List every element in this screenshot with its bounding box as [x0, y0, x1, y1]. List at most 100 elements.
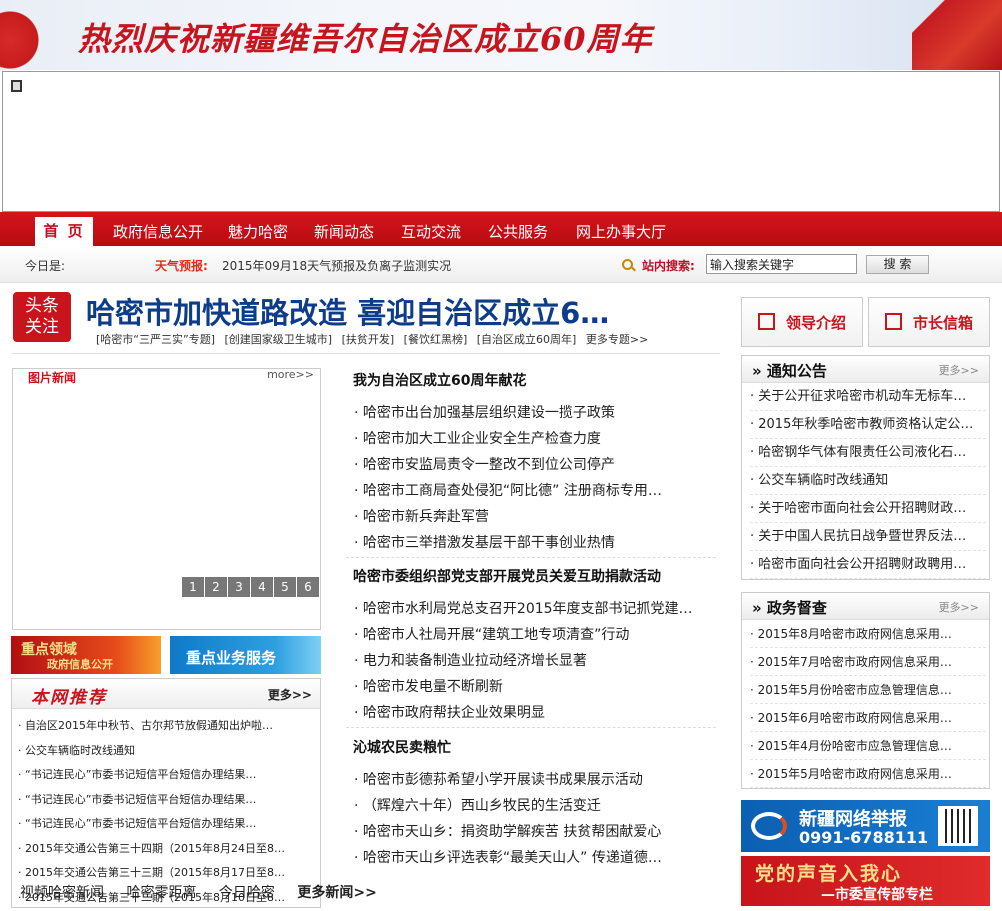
- news-block-head[interactable]: 哈密市委组织部党支部开展党员关爱互助捐款活动: [340, 566, 718, 586]
- badge-line-2: 关注: [25, 317, 59, 337]
- badge-line-1: 头条: [25, 296, 59, 316]
- topic-link[interactable]: [扶贫开发]: [342, 333, 395, 346]
- news-bottom-links: 视频哈密新闻 哈密零距离 今日哈密 更多新闻>>: [20, 882, 395, 902]
- mayor-mail-button[interactable]: 市长信箱: [868, 297, 990, 347]
- search-button[interactable]: 搜 索: [866, 255, 929, 274]
- list-item[interactable]: 关于哈密市面向社会公开招聘财政…: [750, 495, 986, 523]
- info-bar: 今日是: 天气预报: 2015年09月18天气预报及负离子监测实况 站内搜索: …: [0, 247, 1002, 283]
- banner-text: 热烈庆祝新疆维吾尔自治区成立60周年: [78, 20, 653, 58]
- list-item[interactable]: 公交车辆临时改线通知: [750, 467, 986, 495]
- photo-news-box: 图片新闻 more>> 1 2 3 4 5 6: [12, 368, 321, 630]
- bottom-link[interactable]: 今日哈密: [219, 885, 275, 901]
- list-item[interactable]: 哈密市面向社会公开招聘财政聘用…: [750, 551, 986, 579]
- list-item[interactable]: 2015年交通公告第三十四期（2015年8月24日至8…: [18, 837, 308, 862]
- news-list: 哈密市水利局党总支召开2015年度支部书记抓党建… 哈密市人社局开展“建筑工地专…: [340, 596, 718, 726]
- headline-title[interactable]: 哈密市加快道路改造 喜迎自治区成立6…: [86, 290, 609, 332]
- list-item[interactable]: 哈密市安监局责令一整改不到位公司停产: [354, 452, 718, 478]
- page-button[interactable]: 3: [228, 577, 250, 597]
- list-item[interactable]: 关于中国人民抗日战争暨世界反法…: [750, 523, 986, 551]
- list-item[interactable]: 哈密市加大工业企业安全生产检查力度: [354, 426, 718, 452]
- list-item[interactable]: 电力和装备制造业拉动经济增长显著: [354, 648, 718, 674]
- news-list: 哈密市出台加强基层组织建设一揽子政策 哈密市加大工业企业安全生产检查力度 哈密市…: [340, 400, 718, 556]
- list-item[interactable]: 2015年6月哈密市政府网信息采用…: [750, 704, 986, 732]
- nav-interaction[interactable]: 互动交流: [401, 218, 461, 246]
- report-banner[interactable]: 新疆网络举报 0991-6788111: [741, 800, 990, 852]
- supervision-header: » 政务督查 更多>>: [742, 593, 989, 620]
- list-item[interactable]: “书记连民心”市委书记短信平台短信办理结果…: [18, 812, 308, 837]
- nav-gov-info[interactable]: 政府信息公开: [113, 218, 203, 246]
- topics-more-link[interactable]: 更多专题>>: [586, 333, 648, 346]
- list-item[interactable]: 哈密市出台加强基层组织建设一揽子政策: [354, 400, 718, 426]
- divider: [346, 727, 716, 728]
- news-block-head[interactable]: 沁城农民卖粮忙: [340, 737, 718, 757]
- nav-online-hall[interactable]: 网上办事大厅: [576, 218, 666, 246]
- recommend-title: 本网推荐: [31, 688, 107, 708]
- list-item[interactable]: 哈密市天山乡：捐资助学解疾苦 扶贫帮困献爱心: [354, 819, 718, 845]
- list-item[interactable]: 哈密市政府帮扶企业效果明显: [354, 700, 718, 726]
- list-item[interactable]: 2015年7月哈密市政府网信息采用…: [750, 648, 986, 676]
- list-item[interactable]: 公交车辆临时改线通知: [18, 739, 308, 764]
- page-button[interactable]: 2: [205, 577, 227, 597]
- list-item[interactable]: 关于公开征求哈密市机动车无标车…: [750, 383, 986, 411]
- topic-link[interactable]: [餐饮红黑榜]: [404, 333, 468, 346]
- supervision-more[interactable]: 更多>>: [939, 599, 979, 615]
- promo-key-services[interactable]: 重点业务服务: [170, 636, 321, 674]
- topic-links: [哈密市“三严三实”专题] [创建国家级卫生城市] [扶贫开发] [餐饮红黑榜]…: [96, 331, 654, 347]
- search-input[interactable]: [706, 254, 857, 274]
- weather-link[interactable]: 2015年09月18天气预报及负离子监测实况: [222, 257, 451, 274]
- list-item[interactable]: “书记连民心”市委书记短信平台短信办理结果…: [18, 788, 308, 813]
- report-phone: 0991-6788111: [799, 828, 929, 847]
- list-item[interactable]: 2015年秋季哈密市教师资格认定公…: [750, 411, 986, 439]
- list-item[interactable]: 2015年5月哈密市政府网信息采用…: [750, 760, 986, 788]
- nav-news[interactable]: 新闻动态: [314, 218, 374, 246]
- page-button[interactable]: 1: [182, 577, 204, 597]
- page-button[interactable]: 6: [297, 577, 319, 597]
- list-item[interactable]: 自治区2015年中秋节、古尔邦节放假通知出炉啦…: [18, 714, 308, 739]
- nav-charm-hami[interactable]: 魅力哈密: [228, 218, 288, 246]
- list-item[interactable]: 哈密市彭德荪希望小学开展读书成果展示活动: [354, 767, 718, 793]
- nav-public-service[interactable]: 公共服务: [488, 218, 548, 246]
- list-item[interactable]: 哈密市天山乡评选表彰“最美天山人” 传递道德…: [354, 845, 718, 871]
- page-button[interactable]: 4: [251, 577, 273, 597]
- list-item[interactable]: 哈密市新兵奔赴军营: [354, 504, 718, 530]
- leaders-button[interactable]: 领导介绍: [741, 297, 863, 347]
- list-item[interactable]: 哈密市工商局查处侵犯“阿比德” 注册商标专用…: [354, 478, 718, 504]
- topic-link[interactable]: [创建国家级卫生城市]: [224, 333, 332, 346]
- page-button[interactable]: 5: [274, 577, 296, 597]
- notices-more[interactable]: 更多>>: [939, 362, 979, 378]
- list-item[interactable]: 哈密市人社局开展“建筑工地专项清查”行动: [354, 622, 718, 648]
- list-item[interactable]: 哈密市水利局党总支召开2015年度支部书记抓党建…: [354, 596, 718, 622]
- promo-gov-info[interactable]: 重点领域 政府信息公开: [11, 636, 161, 674]
- news-block-head[interactable]: 我为自治区成立60周年献花: [340, 370, 718, 390]
- list-item[interactable]: “书记连民心”市委书记短信平台短信办理结果…: [18, 763, 308, 788]
- notices-header: » 通知公告 更多>>: [742, 356, 989, 383]
- news-block: 沁城农民卖粮忙 哈密市彭德荪希望小学开展读书成果展示活动 （辉煌六十年）西山乡牧…: [340, 737, 718, 871]
- news-block: 哈密市委组织部党支部开展党员关爱互助捐款活动 哈密市水利局党总支召开2015年度…: [340, 566, 718, 726]
- plugin-icon: [11, 80, 22, 92]
- topic-link[interactable]: [自治区成立60周年]: [477, 333, 577, 346]
- main-nav: 首 页 政府信息公开 魅力哈密 新闻动态 互动交流 公共服务 网上办事大厅: [0, 212, 1002, 246]
- list-item[interactable]: 哈密钢华气体有限责任公司液化石…: [750, 439, 986, 467]
- bottom-link[interactable]: 视频哈密新闻: [20, 885, 104, 901]
- topic-link[interactable]: [哈密市“三严三实”专题]: [96, 333, 215, 346]
- news-list: 哈密市彭德荪希望小学开展读书成果展示活动 （辉煌六十年）西山乡牧民的生活变迁 哈…: [340, 767, 718, 871]
- nav-home[interactable]: 首 页: [35, 217, 93, 246]
- party-banner[interactable]: 党的声音入我心 —市委宣传部专栏: [741, 856, 990, 906]
- list-item[interactable]: 2015年5月份哈密市应急管理信息…: [750, 676, 986, 704]
- list-item[interactable]: 哈密市三举措激发基层干部干事创业热情: [354, 530, 718, 556]
- supervision-title: » 政务督查: [752, 599, 827, 617]
- mail-icon: [885, 313, 902, 330]
- list-item[interactable]: 哈密市发电量不断刷新: [354, 674, 718, 700]
- flag-decoration: [912, 0, 1002, 70]
- list-item[interactable]: （辉煌六十年）西山乡牧民的生活变迁: [354, 793, 718, 819]
- report-logo-icon: [751, 812, 787, 840]
- list-item[interactable]: 2015年4月份哈密市应急管理信息…: [750, 732, 986, 760]
- list-item[interactable]: 2015年8月哈密市政府网信息采用…: [750, 620, 986, 648]
- bottom-link[interactable]: 哈密零距离: [126, 885, 196, 901]
- more-news-link[interactable]: 更多新闻>>: [297, 885, 376, 901]
- recommend-more[interactable]: 更多>>: [268, 686, 312, 703]
- photo-news-more[interactable]: more>>: [267, 368, 314, 381]
- news-block: 我为自治区成立60周年献花 哈密市出台加强基层组织建设一揽子政策 哈密市加大工业…: [340, 370, 718, 556]
- recommend-header: 本网推荐 更多>>: [12, 679, 320, 709]
- promo-line-2: 政府信息公开: [47, 658, 113, 671]
